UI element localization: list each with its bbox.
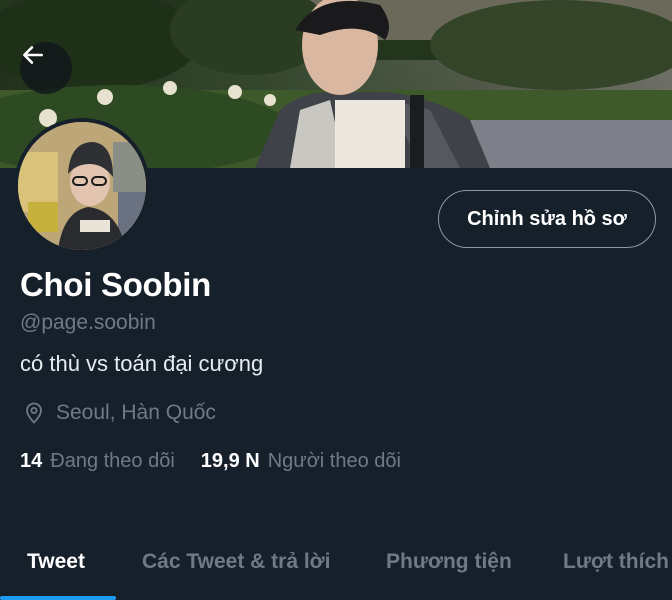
tab-likes[interactable]: Lượt thích <box>563 550 669 574</box>
followers-count: 19,9 N <box>200 450 260 472</box>
tab-media[interactable]: Phương tiện <box>386 550 512 574</box>
following-count: 14 <box>20 450 43 472</box>
profile-bio: có thù vs toán đại cương <box>20 351 264 376</box>
follow-stats: 14 Đang theo dõi 19,9 N Người theo dõi <box>20 450 401 473</box>
avatar-photo <box>18 122 146 250</box>
profile-handle: @page.soobin <box>20 311 156 334</box>
profile-location: Seoul, Hàn Quốc <box>22 401 216 425</box>
location-text: Seoul, Hàn Quốc <box>56 401 216 424</box>
following-link[interactable]: 14 Đang theo dõi <box>20 450 175 473</box>
location-pin-icon <box>22 401 46 425</box>
profile-tabs: Tweet Các Tweet & trả lời Phương tiện Lư… <box>0 530 672 600</box>
profile-name: Choi Soobin <box>20 266 211 303</box>
followers-label: Người theo dõi <box>267 450 401 472</box>
back-button[interactable] <box>20 42 72 94</box>
avatar[interactable] <box>14 118 150 254</box>
edit-profile-button[interactable]: Chỉnh sửa hồ sơ <box>438 190 656 248</box>
tab-tweets-and-replies[interactable]: Các Tweet & trả lời <box>142 550 330 574</box>
followers-link[interactable]: 19,9 N Người theo dõi <box>201 450 401 473</box>
tab-tweets[interactable]: Tweet <box>27 550 85 574</box>
active-tab-indicator <box>0 596 116 600</box>
arrow-left-icon <box>23 46 43 64</box>
following-label: Đang theo dõi <box>50 450 175 472</box>
